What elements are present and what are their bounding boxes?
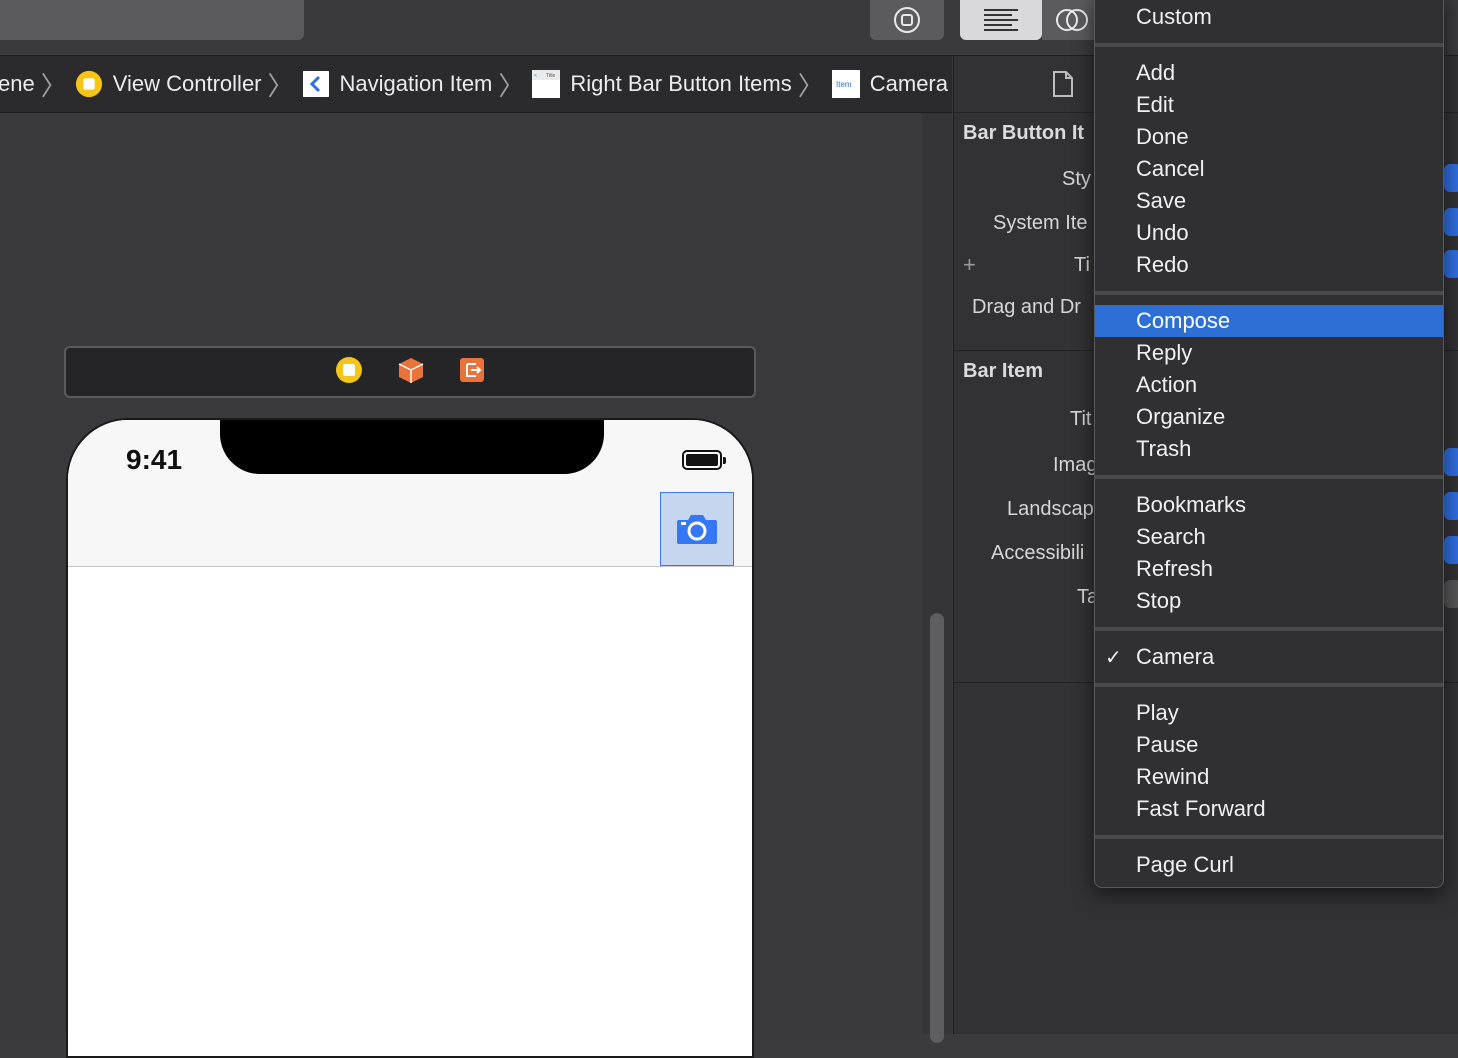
camera-bar-button[interactable] <box>660 492 734 566</box>
notch <box>220 420 604 474</box>
breadcrumb-item-scene[interactable]: ene 〉 <box>0 66 75 103</box>
file-icon[interactable] <box>1052 70 1074 98</box>
breadcrumb-item-right-bar-button-items[interactable]: < Title Right Bar Button Items 〉 <box>532 66 831 103</box>
menu-separator <box>1095 835 1443 839</box>
menu-item-compose[interactable]: Compose <box>1095 305 1443 337</box>
accessibility-popup[interactable] <box>1444 536 1458 564</box>
menu-item-add[interactable]: Add <box>1095 57 1443 89</box>
checkmark-icon: ✓ <box>1105 645 1122 669</box>
lines-icon <box>984 9 1018 31</box>
landscape-popup[interactable] <box>1444 492 1458 520</box>
menu-item-custom[interactable]: Custom <box>1095 1 1443 33</box>
svg-text:<: < <box>534 73 537 79</box>
status-time: 9:41 <box>126 444 183 475</box>
menu-item-stop[interactable]: Stop <box>1095 585 1443 617</box>
overlap-circles-icon <box>1056 9 1088 31</box>
menu-item-search[interactable]: Search <box>1095 521 1443 553</box>
menu-separator <box>1095 683 1443 687</box>
chevron-right-icon: 〉 <box>40 71 67 102</box>
menu-item-save[interactable]: Save <box>1095 185 1443 217</box>
bar-button-item-icon: Item <box>831 70 860 98</box>
bar-title-label: Tit <box>1070 408 1092 430</box>
camera-icon <box>677 515 717 544</box>
menu-item-undo[interactable]: Undo <box>1095 217 1443 249</box>
iphone-frame: 9:41 <box>66 418 754 1058</box>
view-controller-icon[interactable] <box>335 356 363 389</box>
first-responder-icon[interactable] <box>397 356 425 389</box>
add-variation-button[interactable]: + <box>963 252 976 278</box>
scene-dock <box>64 346 756 398</box>
section-bar-button-item: Bar Button It <box>963 122 1085 144</box>
menu-item-page-curl[interactable]: Page Curl <box>1095 849 1443 881</box>
menu-item-reply[interactable]: Reply <box>1095 337 1443 369</box>
chevron-right-icon: 〉 <box>797 71 824 102</box>
system-item-menu: Custom Add Edit Done Cancel Save Undo Re… <box>1094 0 1444 888</box>
menu-item-trash[interactable]: Trash <box>1095 433 1443 465</box>
menu-item-refresh[interactable]: Refresh <box>1095 553 1443 585</box>
battery-icon <box>682 450 726 470</box>
menu-item-camera[interactable]: ✓ Camera <box>1095 641 1443 673</box>
image-label: Imag <box>1053 454 1098 476</box>
menu-item-cancel[interactable]: Cancel <box>1095 153 1443 185</box>
system-item-popup[interactable] <box>1444 208 1458 236</box>
navigation-item-icon <box>302 70 330 98</box>
menu-item-redo[interactable]: Redo <box>1095 249 1443 281</box>
breadcrumb-item-navigation-item[interactable]: Navigation Item 〉 <box>302 66 533 103</box>
menu-separator <box>1095 475 1443 479</box>
menu-item-action[interactable]: Action <box>1095 369 1443 401</box>
editor-standard-button[interactable] <box>960 0 1042 40</box>
system-item-label: System Ite <box>993 212 1088 234</box>
svg-text:Title: Title <box>546 73 555 79</box>
menu-separator <box>1095 627 1443 631</box>
title-popup[interactable] <box>1444 250 1458 278</box>
style-popup[interactable] <box>1444 164 1458 192</box>
scrollbar-thumb[interactable] <box>930 613 944 1043</box>
scheme-field[interactable] <box>0 0 304 40</box>
tag-stepper[interactable] <box>1444 580 1458 608</box>
menu-item-done[interactable]: Done <box>1095 121 1443 153</box>
title-label: Ti <box>1074 254 1090 276</box>
chevron-right-icon: 〉 <box>498 71 525 102</box>
menu-separator <box>1095 291 1443 295</box>
menu-item-rewind[interactable]: Rewind <box>1095 761 1443 793</box>
breadcrumb-item-camera[interactable]: Item Camera <box>831 70 948 98</box>
menu-item-pause[interactable]: Pause <box>1095 729 1443 761</box>
chevron-right-icon: 〉 <box>267 71 294 102</box>
navigation-bar: 9:41 <box>68 420 752 567</box>
menu-item-play[interactable]: Play <box>1095 697 1443 729</box>
stop-icon <box>894 7 920 33</box>
bar-button-items-icon: < Title <box>532 70 561 98</box>
style-label: Sty <box>1062 168 1091 190</box>
version-editor-button[interactable] <box>1042 0 1102 40</box>
drag-and-drop-label: Drag and Dr <box>972 296 1081 318</box>
menu-item-fast-forward[interactable]: Fast Forward <box>1095 793 1443 825</box>
landscape-label: Landscap <box>1007 498 1094 520</box>
canvas-scrollbar[interactable] <box>922 113 952 1043</box>
exit-icon[interactable] <box>459 357 485 388</box>
image-popup[interactable] <box>1444 448 1458 476</box>
breadcrumb-item-view-controller[interactable]: View Controller 〉 <box>75 66 302 103</box>
breadcrumb: ene 〉 View Controller 〉 Navigation Item … <box>0 56 952 113</box>
svg-text:Item: Item <box>836 80 852 89</box>
menu-separator <box>1095 43 1443 47</box>
accessibility-label: Accessibili <box>991 542 1085 564</box>
stop-button[interactable] <box>870 0 944 40</box>
menu-item-bookmarks[interactable]: Bookmarks <box>1095 489 1443 521</box>
view-controller-icon <box>75 70 103 98</box>
section-bar-item: Bar Item <box>963 360 1044 382</box>
menu-item-edit[interactable]: Edit <box>1095 89 1443 121</box>
menu-item-organize[interactable]: Organize <box>1095 401 1443 433</box>
